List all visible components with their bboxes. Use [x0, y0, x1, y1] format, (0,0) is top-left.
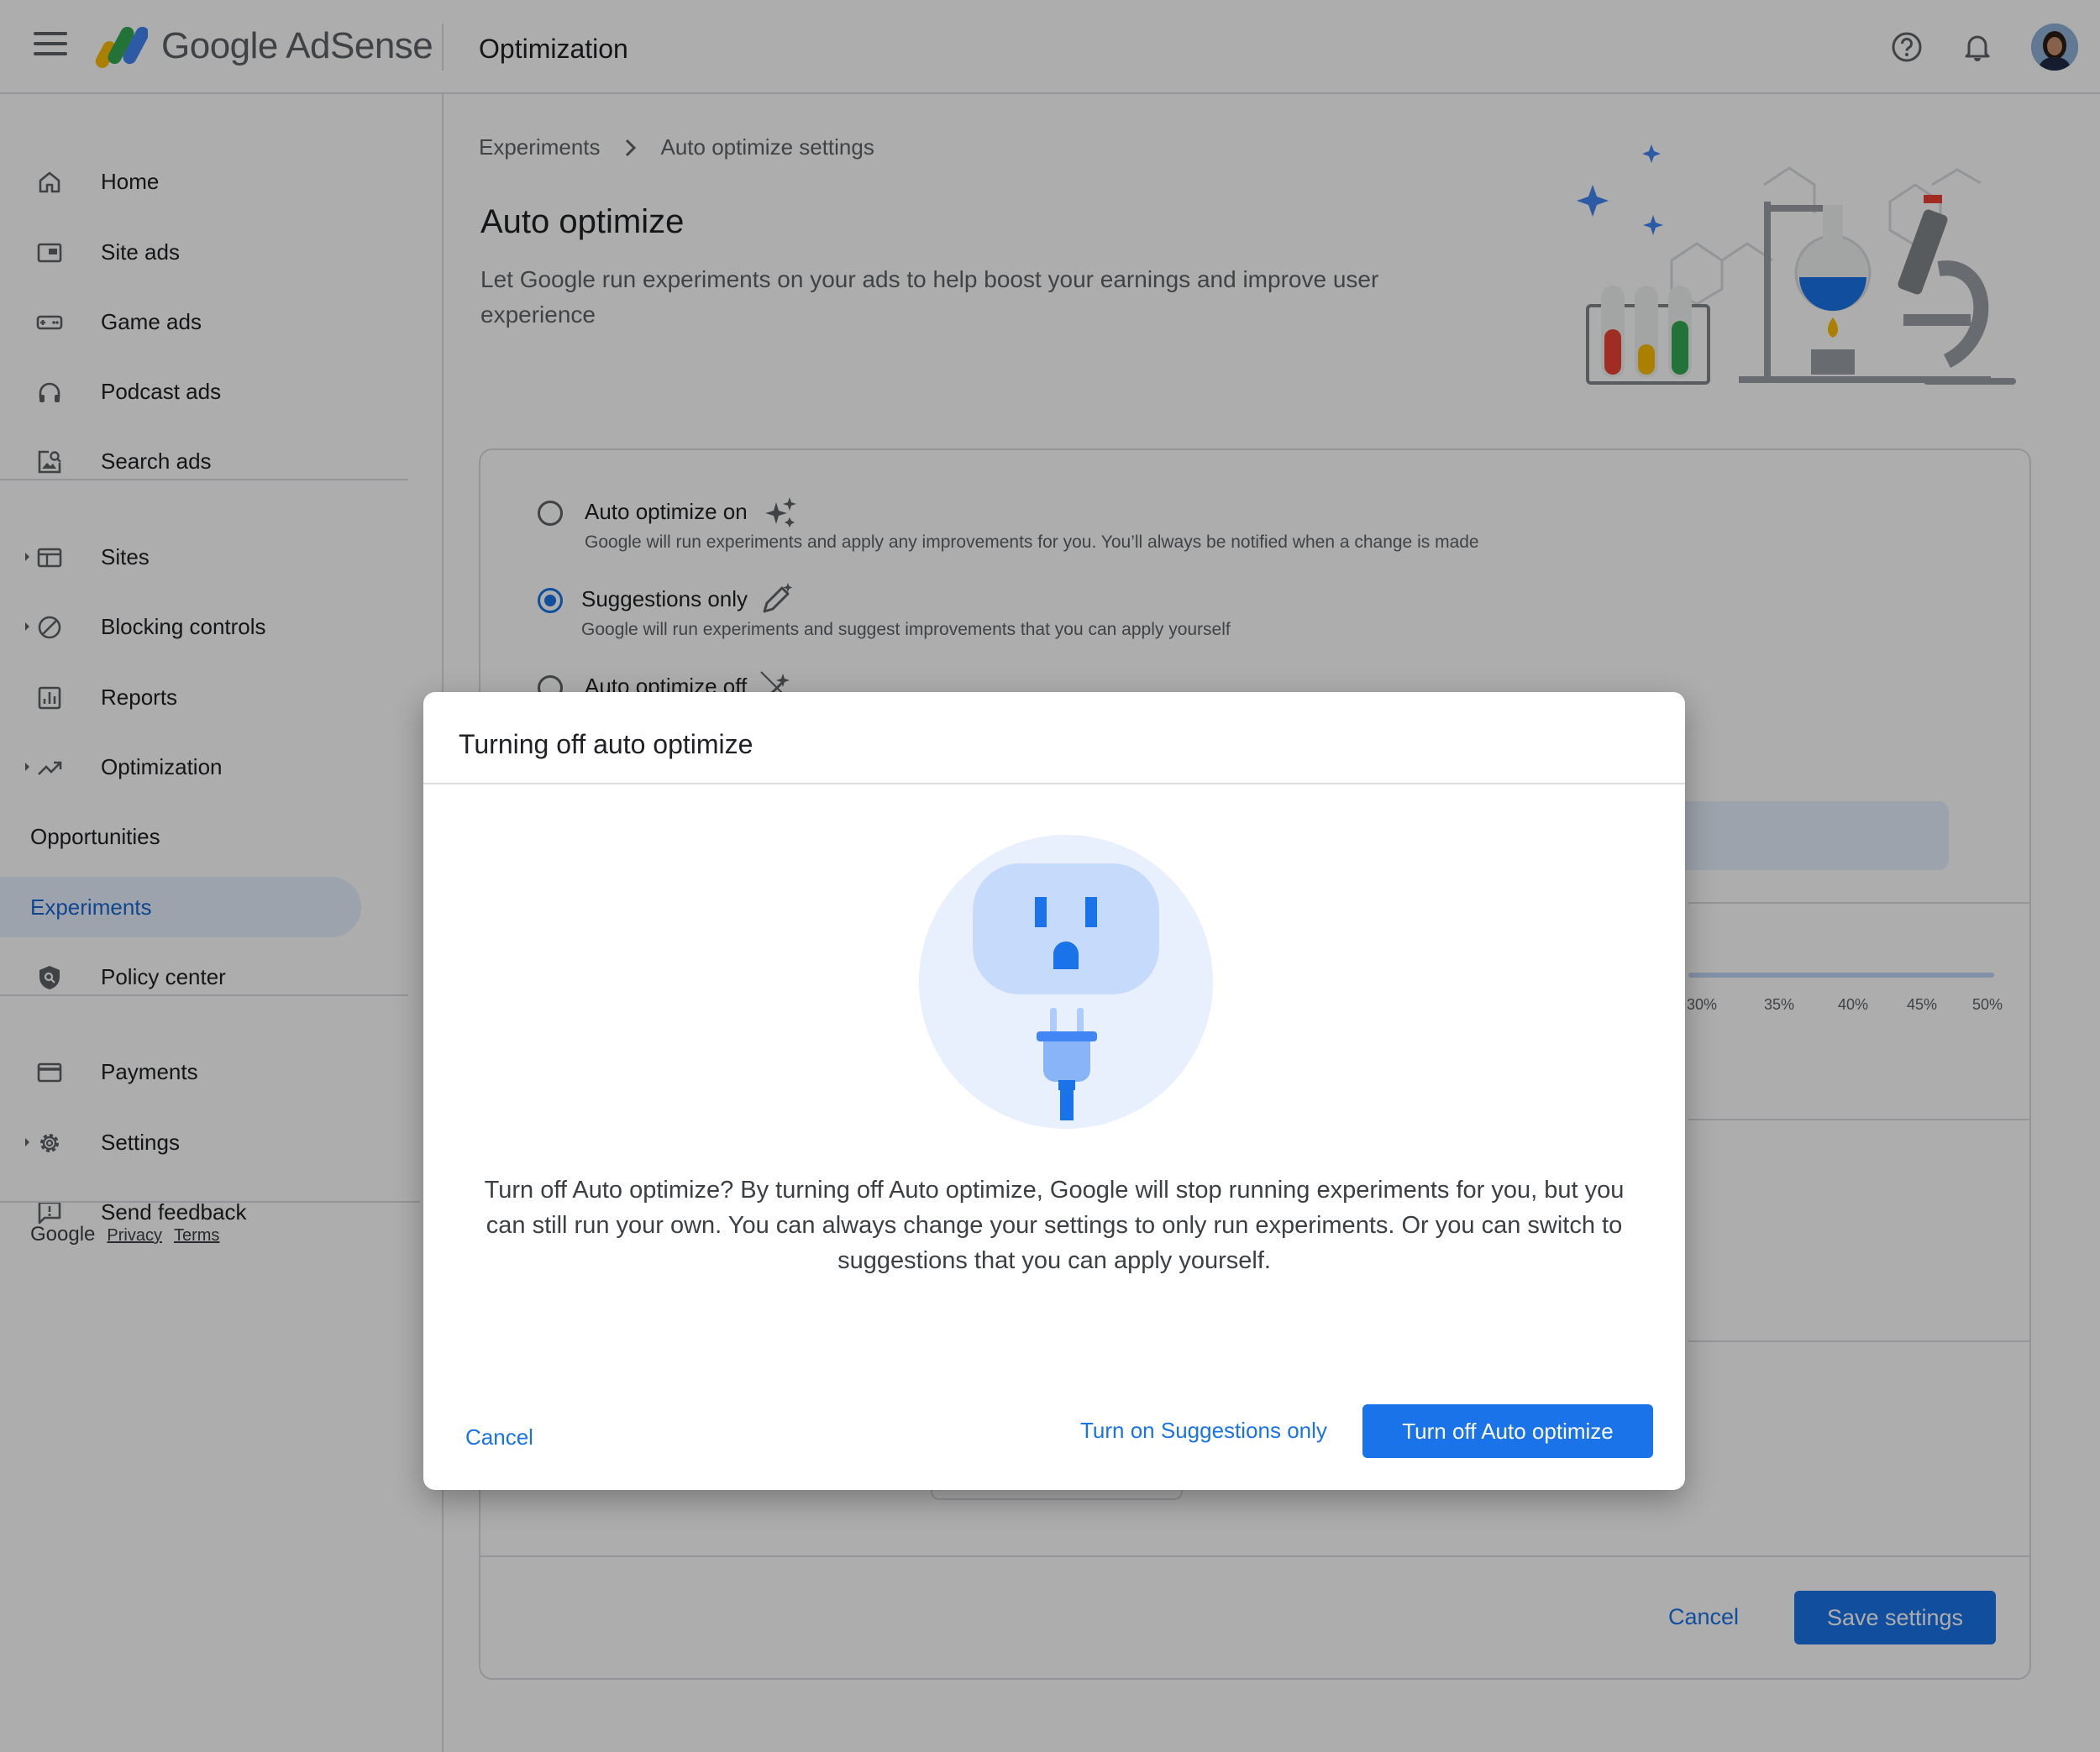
dialog-body-text: Turn off Auto optimize? By turning off A…	[484, 1177, 1625, 1274]
turn-off-auto-optimize-button[interactable]: Turn off Auto optimize	[1362, 1404, 1653, 1458]
dialog-divider	[423, 783, 1685, 784]
dialog-title: Turning off auto optimize	[459, 729, 753, 759]
outlet-plug-illustration	[919, 835, 1213, 1129]
turn-off-auto-optimize-dialog: Turning off auto optimize Turn off Auto …	[423, 692, 1685, 1490]
turn-on-suggestions-only-button[interactable]: Turn on Suggestions only	[1080, 1418, 1327, 1444]
dialog-cancel-button[interactable]: Cancel	[465, 1424, 533, 1450]
